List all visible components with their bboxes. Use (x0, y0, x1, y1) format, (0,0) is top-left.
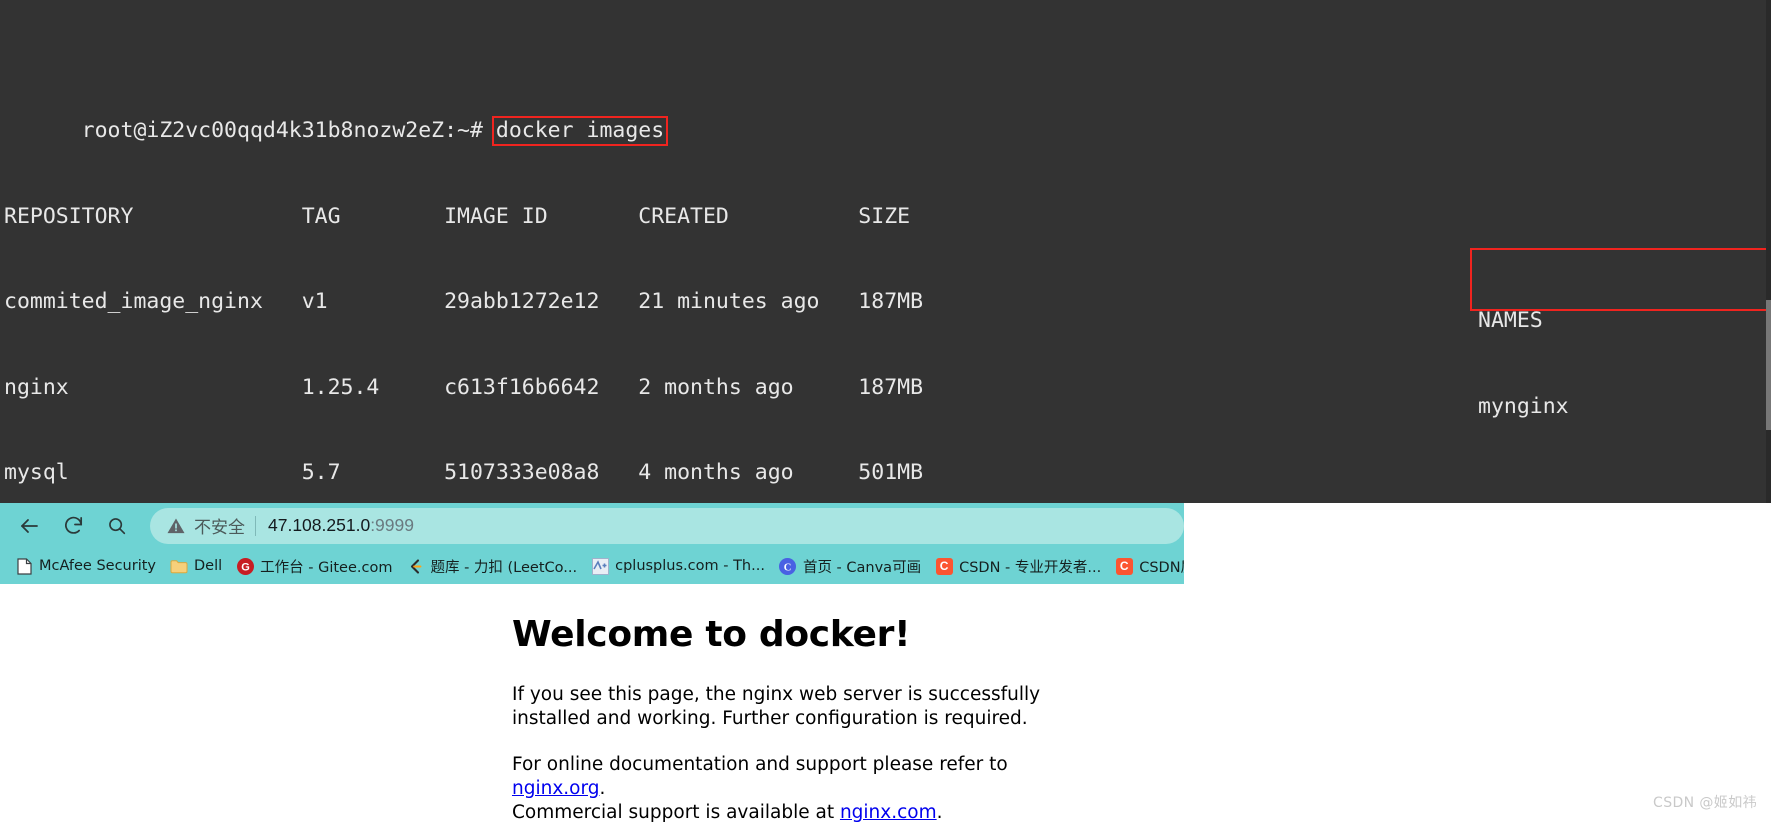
images-row-commited-image-nginx: commited_image_nginx v1 29abb1272e12 21 … (4, 289, 924, 314)
commercial-text-suffix: . (936, 802, 943, 822)
page-background-fill (1184, 503, 1771, 822)
browser-window: 不安全 47.108.251.0:9999 McAfee Security D… (0, 503, 1184, 822)
bookmark-cplusplus[interactable]: cplusplus.com - Th... (584, 552, 772, 580)
gitee-icon: G (236, 557, 254, 575)
images-table-header: REPOSITORY TAG IMAGE ID CREATED SIZE (4, 203, 911, 229)
ps-names-column: NAMES mynginx (1478, 250, 1569, 478)
images-row-mysql: mysql 5.7 5107333e08a8 4 months ago 501M… (4, 460, 924, 485)
terminal-scrollbar-thumb[interactable] (1766, 300, 1771, 430)
nginx-paragraph-links: For online documentation and support ple… (512, 753, 1092, 822)
url-host: 47.108.251.0 (268, 515, 371, 535)
reload-icon[interactable] (54, 507, 92, 545)
bookmarks-bar: McAfee Security Dell G 工作台 - Gitee.com 题… (0, 548, 1184, 584)
bookmark-dell[interactable]: Dell (163, 552, 229, 580)
terminal-scrollbar[interactable] (1766, 0, 1771, 503)
terminal-line: REPOSITORY TAG IMAGE ID CREATED SIZE (4, 203, 1771, 232)
bookmark-label: McAfee Security (39, 558, 156, 574)
bookmark-canva[interactable]: C 首页 - Canva可画 (772, 552, 928, 580)
omnibox-divider (255, 515, 256, 536)
leetcode-icon (406, 557, 424, 575)
bookmark-label: Dell (193, 558, 223, 574)
bookmark-label: 工作台 - Gitee.com (260, 559, 393, 576)
address-bar[interactable]: 不安全 47.108.251.0:9999 (150, 507, 1184, 544)
bookmark-gitee[interactable]: G 工作台 - Gitee.com (229, 552, 399, 580)
doc-text-suffix: . (599, 778, 606, 799)
cplusplus-icon (591, 557, 609, 575)
csdn-icon: C (935, 557, 953, 575)
svg-text:C: C (784, 562, 792, 573)
csdn-icon: C (1115, 557, 1133, 575)
images-row-nginx: nginx 1.25.4 c613f16b6642 2 months ago 1… (4, 374, 924, 400)
bookmark-label: 首页 - Canva可画 (802, 559, 922, 576)
bookmark-csdn-dev[interactable]: C CSDN - 专业开发者... (928, 552, 1108, 580)
bookmark-label: cplusplus.com - Th... (615, 558, 765, 574)
page-title: Welcome to docker! (512, 614, 911, 655)
browser-toolbar: 不安全 47.108.251.0:9999 (0, 503, 1184, 548)
canva-icon: C (779, 557, 797, 575)
bookmark-leetcode[interactable]: 题库 - 力扣 (LeetCo... (399, 552, 584, 580)
commercial-text-prefix: Commercial support is available at (512, 802, 840, 822)
bookmark-mcafee-security[interactable]: McAfee Security (8, 552, 163, 580)
not-secure-warning-icon (166, 516, 186, 536)
back-icon[interactable] (10, 507, 48, 545)
ps-names-value: mynginx (1478, 393, 1569, 419)
nginx-org-link[interactable]: nginx.org (512, 778, 600, 799)
bookmark-label: CSDN质量分数 (1139, 559, 1184, 576)
bookmark-csdn-quality[interactable]: C CSDN质量分数 (1108, 552, 1184, 580)
page-icon (15, 557, 33, 575)
ps-names-header: NAMES (1478, 308, 1543, 333)
bookmark-label: CSDN - 专业开发者... (959, 559, 1102, 576)
nginx-paragraph-install: If you see this page, the nginx web serv… (512, 684, 1041, 729)
nginx-com-link[interactable]: nginx.com (840, 802, 937, 822)
doc-text-prefix: For online documentation and support ple… (512, 754, 1008, 775)
shell-prompt: root@iZ2vc00qqd4k31b8nozw2eZ:~# (81, 118, 483, 143)
command-docker-images: docker images (491, 116, 669, 146)
not-secure-label: 不安全 (194, 518, 245, 538)
search-icon[interactable] (98, 507, 136, 545)
url-port: :9999 (370, 515, 414, 535)
folder-icon (170, 557, 188, 575)
nginx-welcome: Welcome to docker! If you see this page,… (0, 584, 1184, 822)
svg-text:G: G (241, 561, 250, 573)
watermark: CSDN @姬如祎 (1653, 795, 1757, 811)
page-content: Welcome to docker! If you see this page,… (0, 584, 1184, 822)
terminal-line: root@iZ2vc00qqd4k31b8nozw2eZ:~# docker i… (4, 89, 1771, 146)
bookmark-label: 题库 - 力扣 (LeetCo... (430, 559, 578, 576)
